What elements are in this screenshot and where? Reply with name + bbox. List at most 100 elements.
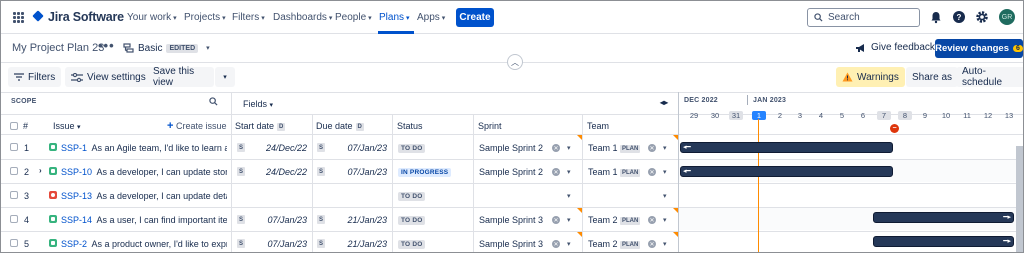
nav-projects[interactable]: Projects ▾ [184,12,226,23]
issue-cell[interactable]: SSP-10 As a developer, I can update stor… [61,167,227,177]
due-date[interactable]: 07/Jan/23 [331,143,387,153]
chevron-down-icon[interactable]: ▾ [567,144,571,152]
start-date[interactable]: 07/Jan/23 [251,239,307,249]
issue-key[interactable]: SSP-2 [61,239,87,249]
give-feedback-button[interactable]: Give feedback [855,42,935,53]
share-as-button[interactable]: Share as [906,67,959,87]
row-checkbox[interactable] [10,167,18,175]
status-lozenge[interactable]: IN PROGRESS [398,168,452,177]
start-date[interactable]: 24/Dec/22 [251,143,307,153]
expand-columns-icon[interactable]: ◂▸ [660,98,668,107]
issue-cell[interactable]: SSP-2 As a product owner, I'd like to ex… [61,239,227,249]
team-value[interactable]: Team 2 [588,239,618,249]
chevron-down-icon[interactable]: ▾ [663,240,667,248]
search-input[interactable]: Search [807,8,920,27]
scenario-selector[interactable]: Basic EDITED ▾ [119,39,214,57]
row-checkbox[interactable] [10,191,18,199]
clear-sprint-icon[interactable]: ✕ [552,240,560,248]
status-lozenge[interactable]: TO DO [398,192,426,201]
release-warning-icon[interactable]: − [890,124,899,133]
create-issue-button[interactable]: + Create issue [167,120,226,132]
due-date[interactable]: 21/Jan/23 [331,239,387,249]
row-checkbox[interactable] [10,239,18,247]
chevron-down-icon[interactable]: ▾ [663,144,667,152]
search-placeholder: Search [828,12,860,23]
col-header-due-date[interactable]: Due date D [316,121,364,131]
issue-key[interactable]: SSP-1 [61,143,87,153]
select-all-checkbox[interactable] [10,122,18,130]
issue-cell[interactable]: SSP-14 As a user, I can find important i… [61,215,227,225]
team-value[interactable]: Team 2 [588,215,618,225]
status-lozenge[interactable]: TO DO [398,240,426,249]
fields-dropdown[interactable]: Fields ▾ [243,99,273,109]
sprint-value[interactable]: Sample Sprint 2 [479,167,543,177]
clear-team-icon[interactable]: ✕ [648,216,656,224]
col-header-issue[interactable]: Issue ▾ [53,121,81,131]
status-lozenge[interactable]: TO DO [398,216,426,225]
schedule-bar[interactable]: ◂━ [680,166,893,177]
review-changes-button[interactable]: Review changes 6 [935,39,1023,58]
chevron-down-icon[interactable]: ▾ [663,168,667,176]
schedule-bar[interactable]: ━▸ [873,212,1014,223]
nav-people[interactable]: People ▾ [335,12,372,23]
row-checkbox[interactable] [10,215,18,223]
team-value[interactable]: Team 1 [588,143,618,153]
chevron-down-icon[interactable]: ▾ [567,240,571,248]
chevron-down-icon[interactable]: ▾ [567,216,571,224]
vertical-scrollbar[interactable] [1016,146,1023,252]
warnings-button[interactable]: Warnings [836,67,905,87]
issue-cell[interactable]: SSP-1 As an Agile team, I'd like to lear… [61,143,227,153]
view-settings-button[interactable]: View settings [65,67,152,87]
scope-search-icon[interactable] [209,97,218,106]
issue-key[interactable]: SSP-14 [61,215,92,225]
schedule-bar[interactable]: ◂━ [680,142,893,153]
sprint-chevron-down-icon[interactable]: ▾ [567,192,571,200]
expand-chevron-right-icon[interactable]: › [39,166,42,175]
nav-apps[interactable]: Apps ▾ [417,12,445,23]
sprint-value[interactable]: Sample Sprint 3 [479,239,543,249]
clear-sprint-icon[interactable]: ✕ [552,168,560,176]
chevron-down-icon[interactable]: ▾ [567,168,571,176]
settings-gear-icon[interactable] [975,10,989,24]
auto-schedule-button[interactable]: Auto-schedule [956,66,1023,88]
issue-key[interactable]: SSP-10 [61,167,92,177]
notifications-bell-icon[interactable] [929,10,943,24]
col-header-team[interactable]: Team [587,121,609,131]
nav-filters[interactable]: Filters ▾ [232,12,265,23]
clear-team-icon[interactable]: ✕ [648,144,656,152]
clear-team-icon[interactable]: ✕ [648,240,656,248]
user-avatar[interactable]: GR [999,9,1015,25]
issue-key[interactable]: SSP-13 [61,191,92,201]
help-icon[interactable]: ? [952,10,966,24]
clear-team-icon[interactable]: ✕ [648,168,656,176]
nav-dashboards[interactable]: Dashboards ▾ [273,12,332,23]
row-checkbox[interactable] [10,143,18,151]
create-button[interactable]: Create [456,8,494,27]
more-actions-icon[interactable]: ••• [98,38,115,53]
clear-sprint-icon[interactable]: ✕ [552,144,560,152]
due-date[interactable]: 07/Jan/23 [331,167,387,177]
col-header-sprint[interactable]: Sprint [478,121,502,131]
filters-button[interactable]: Filters [8,67,62,87]
team-chevron-down-icon[interactable]: ▾ [663,192,667,200]
nav-plans[interactable]: Plans ▾ [379,12,410,23]
jira-logo[interactable]: Jira Software [32,10,124,24]
schedule-bar[interactable]: ━▸ [873,236,1014,247]
col-header-start-date[interactable]: Start date D [235,121,286,131]
start-date[interactable]: 24/Dec/22 [251,167,307,177]
sprint-value[interactable]: Sample Sprint 3 [479,215,543,225]
save-view-menu-button[interactable]: ▾ [215,67,235,87]
clear-sprint-icon[interactable]: ✕ [552,216,560,224]
nav-your-work[interactable]: Your work ▾ [127,12,177,23]
save-view-button[interactable]: Save this view [147,66,214,88]
app-switcher-icon[interactable] [13,12,24,23]
start-date[interactable]: 07/Jan/23 [251,215,307,225]
due-date[interactable]: 21/Jan/23 [331,215,387,225]
sprint-value[interactable]: Sample Sprint 2 [479,143,543,153]
timeline-day: 2 [777,111,783,120]
col-header-status[interactable]: Status [397,121,423,131]
team-value[interactable]: Team 1 [588,167,618,177]
status-lozenge[interactable]: TO DO [398,144,426,153]
issue-cell[interactable]: SSP-13 As a developer, I can update deta… [61,191,227,201]
chevron-down-icon[interactable]: ▾ [663,216,667,224]
